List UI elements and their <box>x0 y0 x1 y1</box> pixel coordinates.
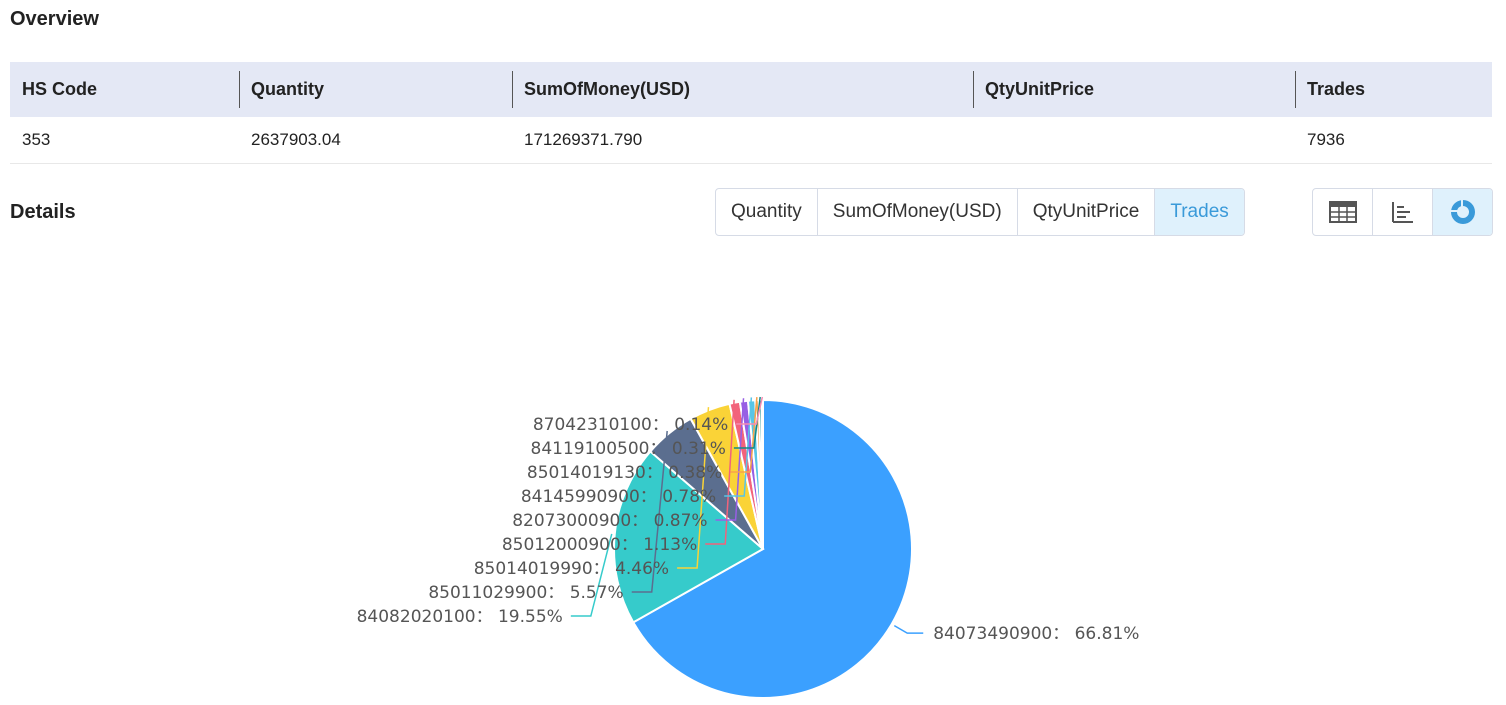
pie-label-85014019990: 85014019990： 4.46% <box>474 559 669 579</box>
cell-hs-code: 353 <box>10 117 239 164</box>
column-header-sum-of-money[interactable]: SumOfMoney(USD) <box>512 62 973 117</box>
table-view-button[interactable] <box>1313 189 1373 235</box>
pie-label-82073000900: 82073000900： 0.87% <box>512 511 707 531</box>
pie-label-85012000900: 85012000900： 1.13% <box>502 535 697 555</box>
pie-label-85014019130: 85014019130： 0.38% <box>527 463 722 483</box>
cell-quantity: 2637903.04 <box>239 117 512 164</box>
pie-chart-view-button[interactable] <box>1433 189 1492 235</box>
bar-chart-view-button[interactable] <box>1373 189 1433 235</box>
tab-quantity[interactable]: Quantity <box>716 189 818 235</box>
pie-label-84082020100: 84082020100： 19.55% <box>357 607 563 627</box>
overview-title: Overview <box>10 8 99 30</box>
column-header-quantity[interactable]: Quantity <box>239 62 512 117</box>
pie-chart: 84073490900： 66.81% 84082020100： 19.55% 85… <box>357 396 1139 699</box>
pie-chart-icon <box>1450 200 1475 224</box>
metric-tabs: Quantity SumOfMoney(USD) QtyUnitPrice Tr… <box>715 188 1245 236</box>
pie-label-84119100500: 84119100500： 0.31% <box>531 439 726 459</box>
overview-header-row: HS Code Quantity SumOfMoney(USD) QtyUnit… <box>10 62 1492 117</box>
column-header-qty-unit-price[interactable]: QtyUnitPrice <box>973 62 1295 117</box>
details-title: Details <box>10 201 76 223</box>
bar-chart-icon <box>1391 202 1413 223</box>
pie-label-84145990900: 84145990900： 0.78% <box>521 487 716 507</box>
tab-sum-of-money[interactable]: SumOfMoney(USD) <box>818 189 1018 235</box>
pie-slice-87042310100[interactable] <box>760 398 764 550</box>
pie-label-85011029900: 85011029900： 5.57% <box>428 583 623 603</box>
cell-sum-of-money: 171269371.790 <box>512 117 973 164</box>
pie-leader-line-84073490900 <box>893 624 924 634</box>
pie-label-87042310100: 87042310100： 0.14% <box>533 415 728 435</box>
column-header-trades[interactable]: Trades <box>1295 62 1492 117</box>
column-header-hs-code[interactable]: HS Code <box>10 62 239 117</box>
tab-trades[interactable]: Trades <box>1155 189 1244 235</box>
view-switcher <box>1312 188 1493 236</box>
pie-label-84073490900: 84073490900： 66.81% <box>933 624 1139 644</box>
table-row: 353 2637903.04 171269371.790 7936 <box>10 117 1492 164</box>
tab-qty-unit-price[interactable]: QtyUnitPrice <box>1018 189 1156 235</box>
table-view-icon <box>1328 201 1357 223</box>
cell-trades: 7936 <box>1295 117 1492 164</box>
overview-table: HS Code Quantity SumOfMoney(USD) QtyUnit… <box>10 62 1492 164</box>
cell-qty-unit-price <box>973 117 1295 164</box>
